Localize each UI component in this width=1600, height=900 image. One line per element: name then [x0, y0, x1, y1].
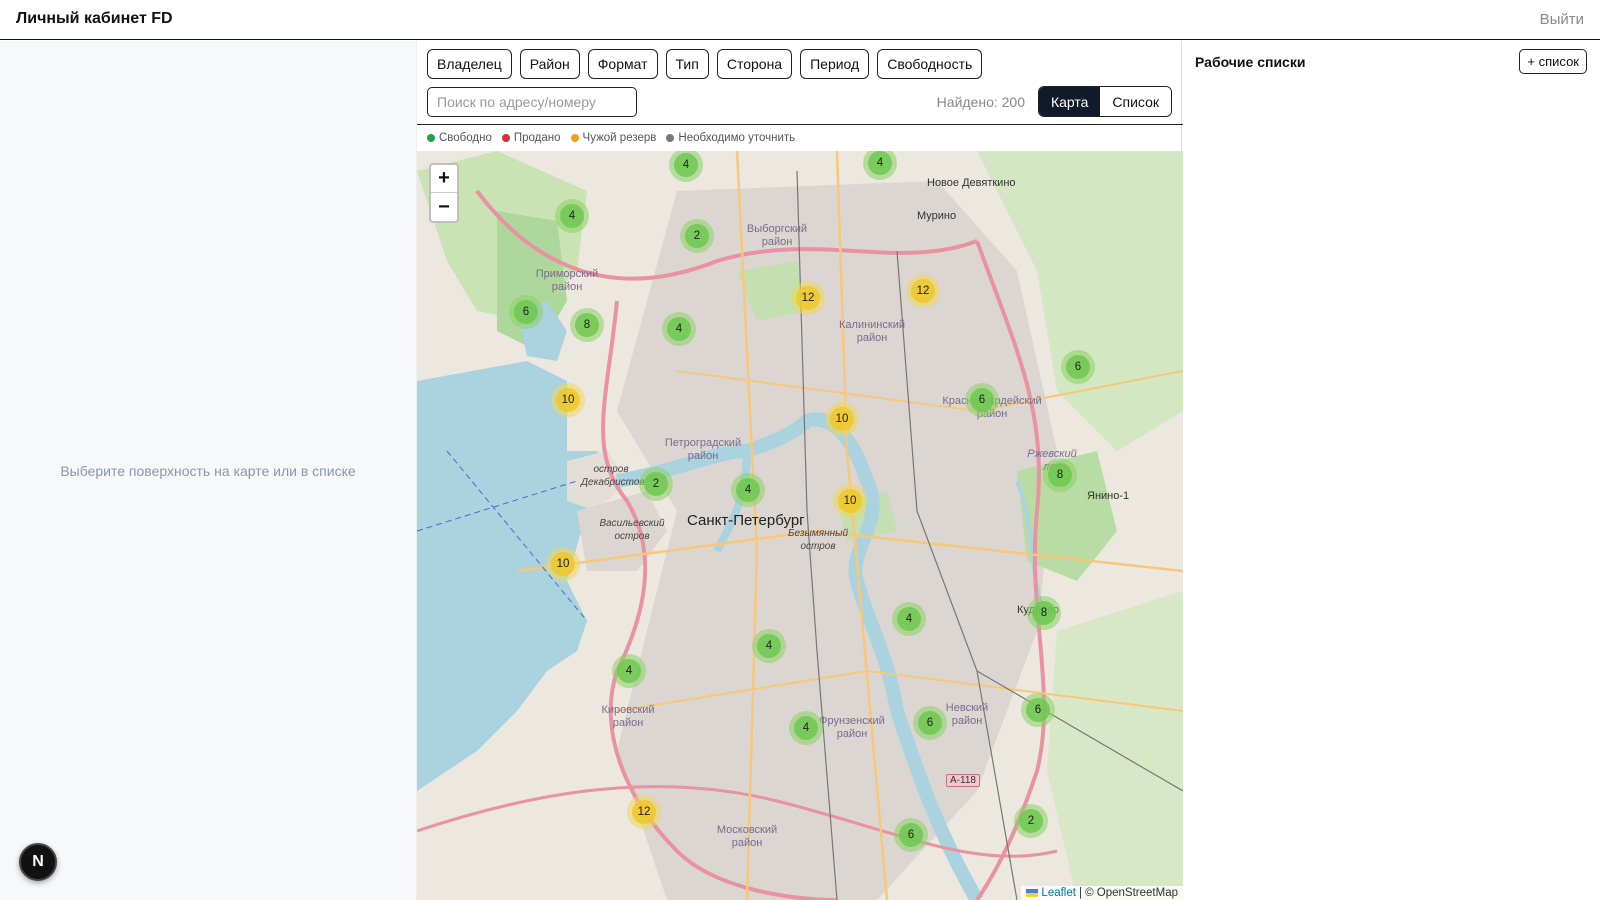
map-cluster[interactable]: 6 [894, 818, 928, 852]
map-cluster[interactable]: 10 [825, 402, 859, 436]
map-label-dekabristov: остров Декабристов [581, 464, 645, 488]
zoom-control: + − [429, 163, 459, 223]
map-label-kirovsky: Кировский район [601, 704, 655, 729]
status-legend: Свободно Продано Чужой резерв Необходимо… [427, 130, 795, 146]
map-cluster[interactable]: 8 [570, 308, 604, 342]
zoom-out-button[interactable]: − [431, 193, 457, 221]
search-input[interactable] [427, 87, 637, 117]
map-label-vasilyevsky: Васильевский остров [599, 518, 665, 542]
map-cluster[interactable]: 4 [752, 629, 786, 663]
add-list-button[interactable]: + список [1519, 49, 1587, 74]
map-panel: Владелец Район Формат Тип Сторона Период… [416, 41, 1183, 900]
filter-period-button[interactable]: Период [800, 49, 870, 79]
legend-item-reserved: Чужой резерв [570, 130, 656, 146]
map-label-bezymyanny: Безымянный остров [787, 528, 849, 552]
free-dot-icon [427, 134, 435, 142]
map-label-vyborgsky: Выборгский район [746, 223, 808, 248]
map-label-novoe-devyatkino: Новое Девяткино [927, 177, 1016, 189]
filter-type-button[interactable]: Тип [665, 49, 709, 79]
worklists-panel: Рабочие списки + список [1183, 41, 1600, 900]
map-cluster[interactable]: 6 [965, 383, 999, 417]
map[interactable]: Новое Девяткино Мурино Выборгский район … [417, 151, 1183, 900]
reserved-dot-icon [570, 134, 579, 142]
zoom-in-button[interactable]: + [431, 165, 457, 193]
filter-bar: Владелец Район Формат Тип Сторона Период… [427, 49, 983, 79]
legend-item-unclear: Необходимо уточнить [666, 130, 795, 146]
list-view-button[interactable]: Список [1100, 87, 1171, 116]
map-label-petrogradsky: Петроградский район [664, 437, 742, 462]
map-cluster[interactable]: 10 [833, 484, 867, 518]
map-cluster[interactable]: 4 [789, 711, 823, 745]
map-cluster[interactable]: 6 [1021, 693, 1055, 727]
filter-district-button[interactable]: Район [519, 49, 580, 79]
map-cluster[interactable]: 6 [913, 706, 947, 740]
toolbar-divider [417, 124, 1183, 125]
map-view-button[interactable]: Карта [1038, 87, 1101, 116]
map-cluster[interactable]: 4 [612, 654, 646, 688]
map-cluster[interactable]: 12 [627, 795, 661, 829]
worklists-title: Рабочие списки [1195, 54, 1306, 70]
map-cluster[interactable]: 12 [906, 274, 940, 308]
map-cluster[interactable]: 10 [546, 547, 580, 581]
legend-item-sold: Продано [501, 130, 561, 146]
sold-dot-icon [501, 134, 510, 142]
map-cluster[interactable]: 2 [680, 219, 714, 253]
empty-selection-hint: Выберите поверхность на карте или в спис… [60, 463, 356, 479]
filter-availability-button[interactable]: Свободность [877, 49, 983, 79]
map-cluster[interactable]: 4 [555, 199, 589, 233]
map-label-primorsky: Приморский район [535, 268, 599, 293]
results-count: Найдено: 200 [936, 94, 1025, 110]
map-attribution: Leaflet | © OpenStreetMap [1021, 886, 1183, 900]
map-cluster[interactable]: 2 [639, 467, 673, 501]
map-cluster[interactable]: 12 [791, 281, 825, 315]
road-badge-a118: А-118 [946, 774, 980, 787]
map-label-kalininsky: Калининский район [839, 319, 905, 344]
map-cluster[interactable]: 6 [1061, 350, 1095, 384]
map-label-yanino: Янино-1 [1087, 490, 1130, 502]
filter-owner-button[interactable]: Владелец [427, 49, 512, 79]
map-cluster[interactable]: 10 [551, 383, 585, 417]
leaflet-link[interactable]: Leaflet [1041, 887, 1076, 899]
logout-link[interactable]: Выйти [1540, 11, 1584, 28]
legend-item-free: Свободно [427, 130, 492, 146]
ukraine-flag-icon [1026, 889, 1039, 897]
map-cluster[interactable]: 4 [892, 602, 926, 636]
app-title: Личный кабинет FD [16, 10, 173, 27]
unclear-dot-icon [666, 134, 675, 142]
details-panel: Выберите поверхность на карте или в спис… [0, 41, 416, 900]
filter-side-button[interactable]: Сторона [716, 49, 793, 79]
map-label-murino: Мурино [917, 210, 957, 222]
map-label-moskovsky: Московский район [716, 824, 778, 849]
map-cluster[interactable]: 4 [731, 473, 765, 507]
osm-attribution: | © OpenStreetMap [1078, 887, 1178, 899]
filter-format-button[interactable]: Формат [587, 49, 658, 79]
view-toggle: Карта Список [1037, 86, 1172, 117]
dev-tools-badge[interactable]: N [19, 843, 57, 881]
map-cluster[interactable]: 4 [662, 312, 696, 346]
map-cluster[interactable]: 2 [1014, 804, 1048, 838]
map-label-spb: Санкт-Петербург [687, 512, 805, 529]
map-cluster[interactable]: 6 [509, 295, 543, 329]
map-cluster[interactable]: 8 [1043, 458, 1077, 492]
map-cluster[interactable]: 8 [1027, 596, 1061, 630]
app-header: Личный кабинет FD Выйти [0, 0, 1600, 40]
